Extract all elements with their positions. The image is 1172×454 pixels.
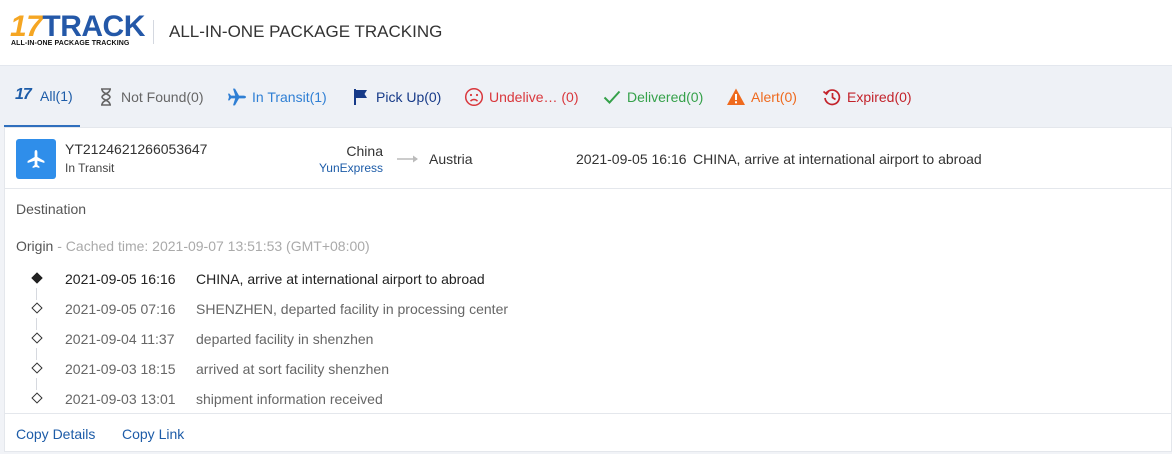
hourglass-icon bbox=[96, 87, 116, 107]
diamond-icon bbox=[31, 332, 43, 344]
timeline-connector bbox=[36, 288, 37, 300]
event-description: arrived at sort facility shenzhen bbox=[196, 361, 389, 377]
tab-label: All(1) bbox=[40, 87, 73, 104]
tab-label: Pick Up(0) bbox=[376, 88, 442, 105]
page-title: ALL-IN-ONE PACKAGE TRACKING bbox=[169, 22, 443, 41]
logo-tagline: ALL-IN-ONE PACKAGE TRACKING bbox=[11, 40, 130, 47]
origin-country: China bbox=[346, 143, 383, 159]
logo-word: TRACK bbox=[42, 10, 145, 43]
tab-label: Not Found(0) bbox=[121, 88, 204, 105]
timeline-event: 2021-09-03 18:15 arrived at sort facilit… bbox=[5, 361, 605, 381]
filled-diamond-icon bbox=[31, 272, 43, 284]
tab-label: Delivered(0) bbox=[627, 88, 704, 105]
diamond-icon bbox=[31, 362, 43, 374]
destination-label: Destination bbox=[16, 201, 87, 217]
event-time: 2021-09-03 13:01 bbox=[65, 391, 176, 407]
status-tabs: 17 All(1) Not Found(0) In Transit(1) Pic… bbox=[0, 66, 1172, 127]
header-divider bbox=[153, 20, 154, 44]
timeline-event: 2021-09-04 11:37 departed facility in sh… bbox=[5, 331, 605, 351]
tab-all[interactable]: 17 All(1) bbox=[4, 66, 80, 127]
card-footer: Copy Details Copy Link bbox=[5, 413, 1171, 452]
app-header: 17TRACK ALL-IN-ONE PACKAGE TRACKING ALL-… bbox=[0, 0, 1172, 66]
status-badge bbox=[16, 139, 56, 179]
tab-expired[interactable]: Expired(0) bbox=[822, 66, 912, 127]
tab-delivered[interactable]: Delivered(0) bbox=[602, 66, 703, 127]
destination-country: Austria bbox=[429, 151, 473, 167]
tab-label: Alert(0) bbox=[751, 88, 797, 105]
tracking-status: In Transit bbox=[65, 161, 115, 175]
origin-label: Origin bbox=[16, 238, 54, 254]
17track-icon-text: 17 bbox=[15, 85, 32, 103]
tab-alert[interactable]: Alert(0) bbox=[726, 66, 797, 127]
event-description: CHINA, arrive at international airport t… bbox=[196, 271, 485, 287]
airplane-icon bbox=[27, 150, 45, 168]
airplane-icon bbox=[227, 87, 247, 107]
event-time: 2021-09-03 18:15 bbox=[65, 361, 176, 377]
tab-undelivered[interactable]: Undelive… (0) bbox=[464, 66, 578, 127]
flag-icon bbox=[351, 87, 371, 107]
17track-icon: 17 bbox=[15, 86, 37, 106]
event-time: 2021-09-05 07:16 bbox=[65, 301, 176, 317]
sad-face-icon bbox=[464, 87, 484, 107]
17track-logo[interactable]: 17TRACK ALL-IN-ONE PACKAGE TRACKING bbox=[10, 12, 145, 52]
timeline-event: 2021-09-05 16:16 CHINA, arrive at intern… bbox=[5, 271, 605, 291]
event-description: departed facility in shenzhen bbox=[196, 331, 374, 347]
timeline-event: 2021-09-05 07:16 SHENZHEN, departed faci… bbox=[5, 301, 605, 321]
latest-event-description: CHINA, arrive at international airport t… bbox=[693, 151, 982, 167]
timeline-connector bbox=[36, 378, 37, 390]
event-description: SHENZHEN, departed facility in processin… bbox=[196, 301, 509, 317]
timeline-connector bbox=[36, 318, 37, 330]
diamond-icon bbox=[31, 302, 43, 314]
timeline-connector bbox=[36, 348, 37, 360]
copy-link-link[interactable]: Copy Link bbox=[122, 426, 184, 442]
route-arrow-icon bbox=[396, 152, 422, 171]
tab-label: In Transit(1) bbox=[252, 88, 327, 105]
latest-event-time: 2021-09-05 16:16 bbox=[576, 151, 687, 167]
origin-line: Origin - Cached time: 2021-09-07 13:51:5… bbox=[16, 238, 370, 254]
tracking-number[interactable]: YT2124621266053647 bbox=[65, 141, 207, 157]
tab-label: Undelive… (0) bbox=[489, 88, 579, 105]
tab-label: Expired(0) bbox=[847, 88, 912, 105]
package-card: YT2124621266053647 In Transit China YunE… bbox=[4, 127, 1172, 452]
tab-not-found[interactable]: Not Found(0) bbox=[96, 66, 203, 127]
event-description: shipment information received bbox=[196, 391, 383, 407]
diamond-icon bbox=[31, 392, 43, 404]
carrier-link[interactable]: YunExpress bbox=[319, 161, 383, 175]
logo-number: 17 bbox=[10, 10, 43, 43]
copy-details-link[interactable]: Copy Details bbox=[16, 426, 95, 442]
cached-time: - Cached time: 2021-09-07 13:51:53 (GMT+… bbox=[53, 238, 370, 254]
timeline-event: 2021-09-03 13:01 shipment information re… bbox=[5, 391, 605, 411]
logo-wordmark: 17TRACK bbox=[10, 12, 145, 42]
event-time: 2021-09-05 16:16 bbox=[65, 271, 176, 287]
history-icon bbox=[822, 87, 842, 107]
warning-icon bbox=[726, 87, 746, 107]
event-time: 2021-09-04 11:37 bbox=[65, 331, 175, 347]
tab-pick-up[interactable]: Pick Up(0) bbox=[351, 66, 441, 127]
tab-in-transit[interactable]: In Transit(1) bbox=[227, 66, 327, 127]
checkmark-icon bbox=[602, 87, 622, 107]
package-summary-row[interactable]: YT2124621266053647 In Transit China YunE… bbox=[5, 128, 1172, 189]
